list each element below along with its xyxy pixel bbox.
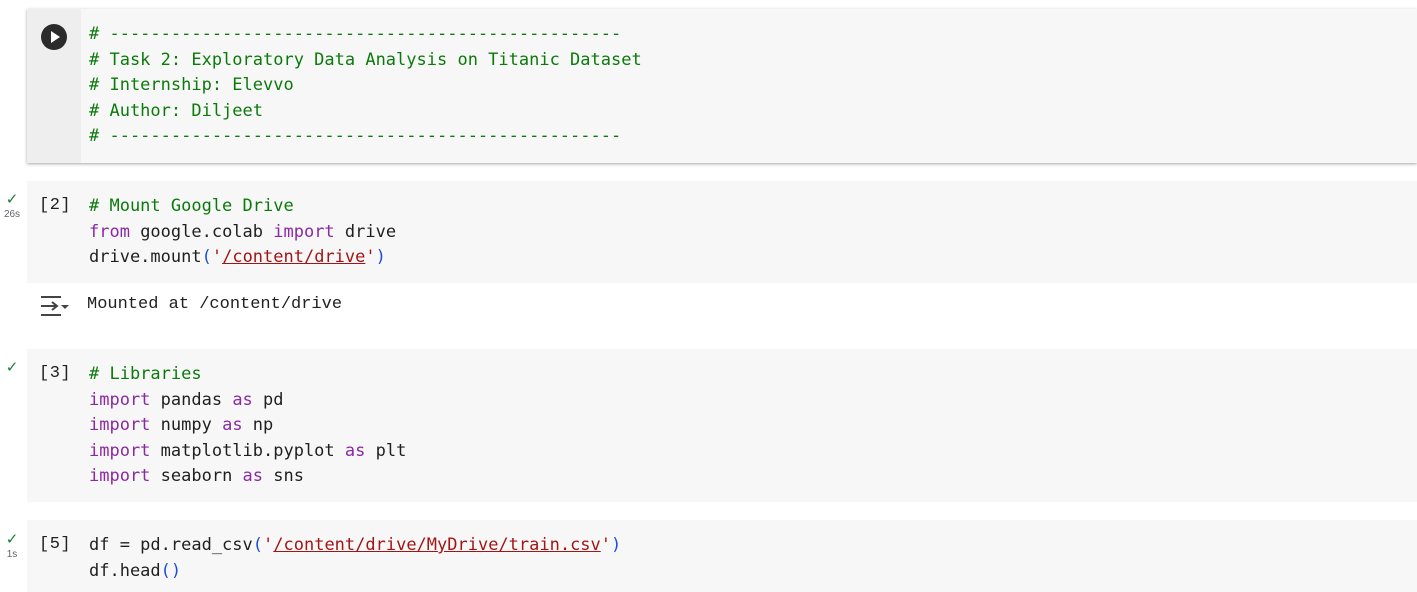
code-token: as [232,389,253,410]
code-line: from google.colab import drive [89,220,396,246]
code-token: plt [365,440,407,461]
code-token: # Author: Diljeet [89,100,263,121]
code-token: numpy [150,415,223,436]
code-cell-readcsv[interactable]: [5] df = pd.read_csv('/content/drive/MyD… [27,520,1417,592]
code-token: google.colab [129,221,274,242]
code-token: as [344,440,366,461]
code-token: import [89,389,151,410]
code-token: np [242,415,274,436]
code-token: drive.mount [89,247,202,268]
code-token: pandas [150,389,233,410]
code-token: # Task 2: Exploratory Data Analysis on T… [89,49,642,70]
cell-status: ✓ 1s [0,531,24,560]
code-token: ' [600,535,612,555]
code-cell-mount[interactable]: [2] # Mount Google Drive from google.cola… [27,181,1417,283]
code-editor[interactable]: df = pd.read_csv('/content/drive/MyDrive… [89,533,621,584]
code-line: # Internship: Elevvo [89,73,642,99]
code-line: import seaborn as sns [89,464,406,490]
code-token: /content/drive/MyDrive/train.csv [273,535,601,555]
code-editor[interactable]: # Mount Google Drive from google.colab im… [89,194,396,271]
code-token: # --------------------------------------… [89,126,622,147]
code-token: import [89,466,151,487]
code-token: import [89,415,151,436]
cell-status: ✓ 26s [0,191,24,220]
code-token: ' [263,535,274,555]
code-token: df.head [89,560,161,581]
code-token: pd [252,389,284,410]
code-token: # Libraries [89,364,202,384]
code-token: /content/drive [222,247,366,268]
code-token: seaborn [150,466,243,487]
cell-output-text: Mounted at /content/drive [87,295,343,314]
check-icon: ✓ [5,191,19,208]
code-editor[interactable]: # --------------------------------------… [89,22,642,150]
run-cell-button[interactable] [41,24,67,50]
code-token: ) [611,535,622,555]
code-token: drive [334,221,397,242]
code-editor[interactable]: # Libraries import pandas as pd import num… [89,362,406,490]
code-cell-header[interactable]: # --------------------------------------… [27,9,1417,163]
code-line: # --------------------------------------… [89,124,642,150]
code-cell-libraries[interactable]: [3] # Libraries import pandas as pd import… [27,349,1417,502]
execution-count: [2] [39,196,72,215]
code-token: ) [375,247,386,268]
code-line: df = pd.read_csv('/content/drive/MyDrive… [89,533,621,559]
code-token: # Internship: Elevvo [89,75,294,96]
code-token: sns [263,466,304,487]
code-line: import matplotlib.pyplot as plt [89,439,406,465]
code-line: drive.mount('/content/drive') [89,245,396,271]
execution-duration: 1s [6,549,18,560]
code-token: import [273,221,335,242]
check-icon: ✓ [5,531,19,548]
code-line: df.head() [89,559,621,585]
code-token: as [242,466,264,487]
cell-status: ✓ [0,359,24,376]
code-token: import [89,440,151,461]
code-line: # Mount Google Drive [89,194,396,220]
code-token: df = pd.read_csv [89,535,253,555]
check-icon: ✓ [5,359,19,376]
code-token: ' [211,247,223,268]
play-icon [51,31,60,43]
code-token: from [89,221,130,242]
code-line: import numpy as np [89,413,406,439]
code-token: matplotlib.pyplot [150,440,345,461]
output-actions-icon[interactable] [39,294,69,325]
code-line: # Libraries [89,362,406,388]
execution-duration: 26s [3,209,21,220]
code-line: # --------------------------------------… [89,22,642,48]
code-token: # Mount Google Drive [89,196,294,216]
code-token: # --------------------------------------… [89,24,622,44]
code-line: # Author: Diljeet [89,99,642,125]
code-token: as [222,415,243,436]
code-line: # Task 2: Exploratory Data Analysis on T… [89,48,642,74]
code-token: ' [365,247,376,268]
code-line: import pandas as pd [89,388,406,414]
execution-count: [3] [39,364,72,383]
code-token: ( [252,535,264,555]
code-token: () [160,560,182,581]
execution-count: [5] [39,535,72,554]
code-token: ( [201,247,212,268]
